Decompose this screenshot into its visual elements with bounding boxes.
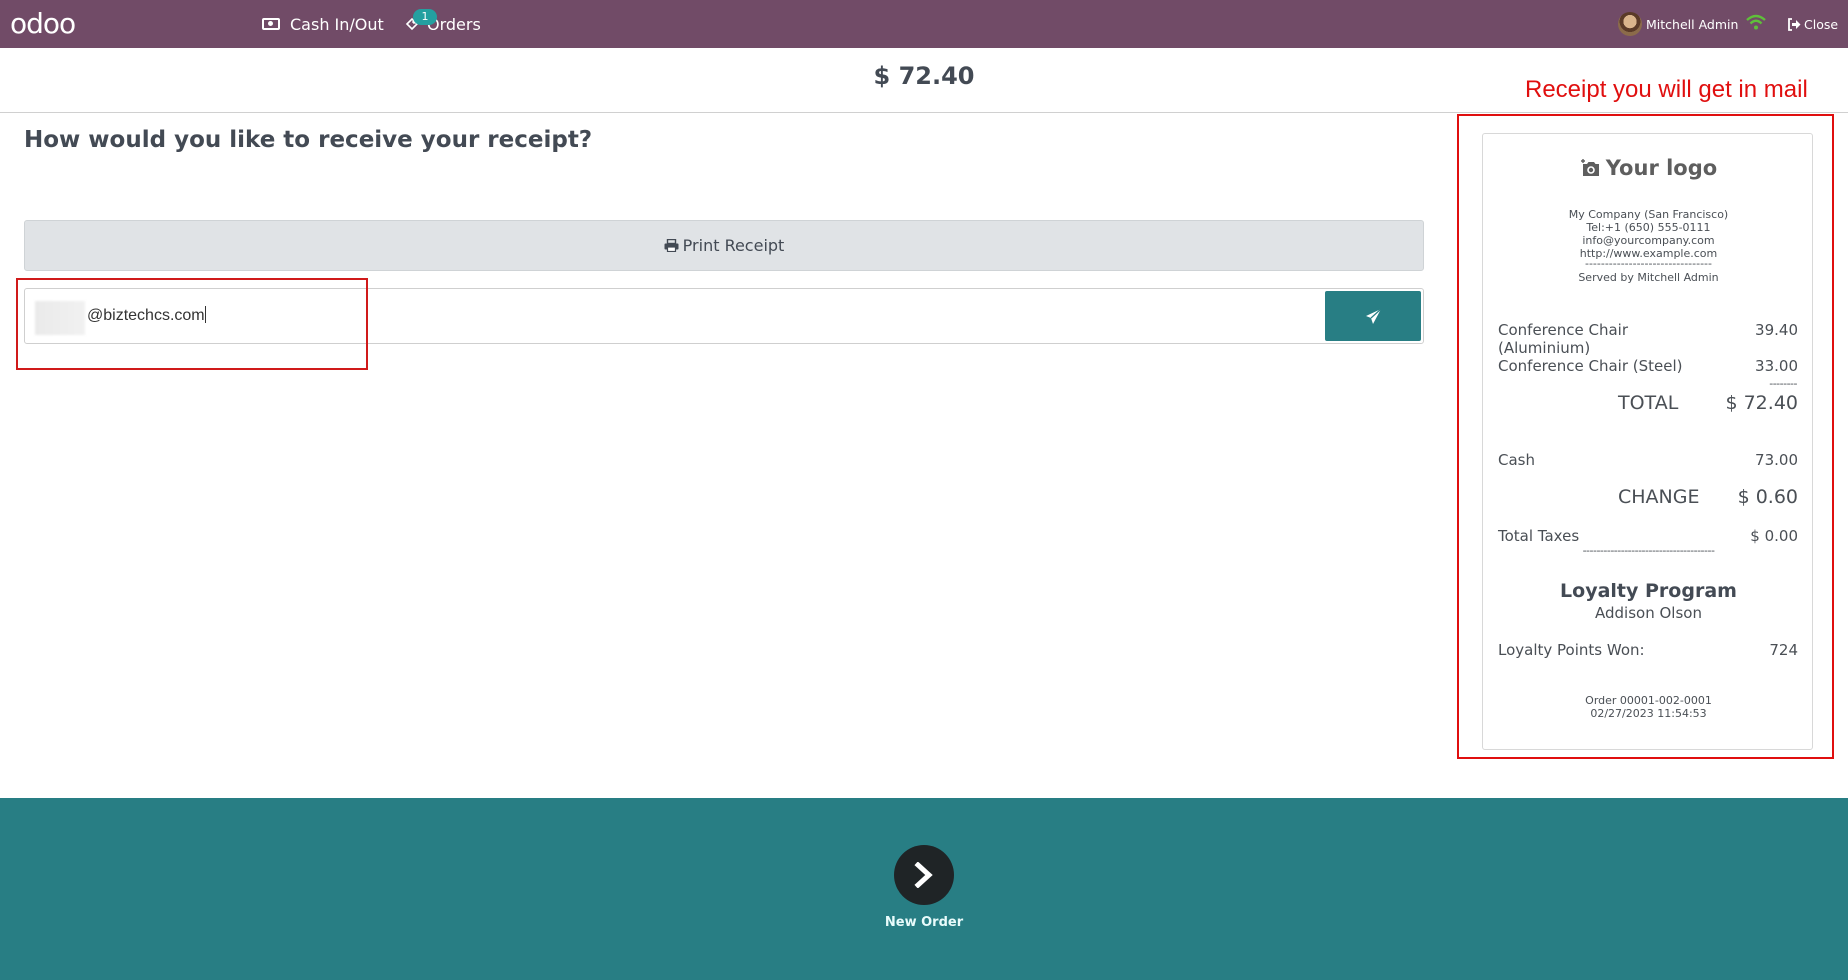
close-label: Close [1804,16,1839,32]
total-value: $ 72.40 [1725,392,1798,414]
company-info: My Company (San Francisco) Tel:+1 (650) … [1483,208,1814,284]
annotation-box-email [16,278,368,370]
sign-out-icon [1788,17,1801,31]
order-footer: Order 00001-002-0001 02/27/2023 11:54:53 [1483,694,1814,720]
subtotal-separator: -------- [1769,377,1797,390]
header-separator: -------------------------------- [1584,257,1712,270]
payment-amount: 73.00 [1755,451,1798,469]
chevron-right-icon [914,862,933,888]
paper-plane-icon [1365,308,1381,324]
new-order-label: New Order [884,915,964,930]
camera-icon [1580,159,1599,176]
payment-method: Cash [1498,451,1535,469]
close-button[interactable]: Close [1787,0,1838,48]
print-receipt-button[interactable]: Print Receipt [24,220,1424,271]
company-tel: Tel:+1 (650) 555-0111 [1586,221,1711,234]
receipt-logo: Your logo [1483,156,1814,180]
company-name: My Company (San Francisco) [1568,208,1729,221]
receipt-preview: Your logo My Company (San Francisco) Tel… [1482,133,1813,750]
print-receipt-label: Print Receipt [682,236,785,255]
taxes-label: Total Taxes [1498,527,1580,545]
served-by: Served by Mitchell Admin [1578,271,1719,284]
new-order-button[interactable]: New Order [874,845,974,930]
orders-count-badge: 1 [413,9,437,25]
company-email: info@yourcompany.com [1582,234,1715,247]
loyalty-customer: Addison Olson [1595,604,1702,622]
total-label: TOTAL [1618,392,1679,414]
line-product: Conference Chair (Steel) [1498,357,1683,375]
printer-icon [664,239,679,252]
logo-placeholder-text: Your logo [1605,156,1718,180]
annotation-caption: Receipt you will get in mail [1525,76,1808,103]
line-product: Conference Chair (Aluminium) [1498,321,1628,357]
footer-bar: New Order [0,798,1848,980]
order-datetime: 02/27/2023 11:54:53 [1590,707,1707,720]
page-title: How would you like to receive your recei… [24,127,593,153]
cash-in-out-button[interactable]: Cash In/Out [262,0,384,48]
cash-in-out-label: Cash In/Out [290,14,384,34]
line-price: 39.40 [1755,321,1798,339]
order-reference: Order 00001-002-0001 [1585,694,1712,707]
money-bill-icon [262,18,280,30]
wifi-icon[interactable] [1746,14,1766,30]
loyalty-program-title: Loyalty Program [1560,580,1737,602]
send-email-button[interactable] [1325,291,1421,341]
loyalty-points-label: Loyalty Points Won: [1498,641,1645,659]
new-order-circle[interactable] [894,845,954,905]
odoo-logo: odoo [10,7,76,40]
user-name: Mitchell Admin [1646,16,1739,32]
change-label: CHANGE [1618,486,1700,508]
loyalty-points-value: 724 [1769,641,1798,659]
user-menu[interactable]: Mitchell Admin [1618,0,1738,48]
line-price: 33.00 [1755,357,1798,375]
taxes-separator: -------------------------------------- [1582,544,1715,557]
taxes-value: $ 0.00 [1750,527,1798,545]
avatar [1618,12,1642,36]
change-value: $ 0.60 [1737,486,1798,508]
top-navbar: odoo Cash In/Out Orders 1 Mitchell Admin… [0,0,1848,48]
